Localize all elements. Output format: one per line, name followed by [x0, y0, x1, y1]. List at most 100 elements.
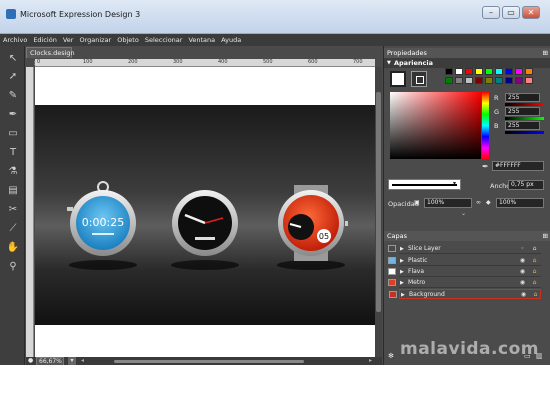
color-swatch[interactable]: [465, 68, 473, 75]
link-icon: ∞: [476, 199, 481, 206]
g-value-field[interactable]: 255: [505, 107, 540, 116]
zoom-icon[interactable]: ⚲: [6, 260, 20, 273]
scroll-right-icon[interactable]: ▸: [369, 357, 372, 364]
stroke-swatch[interactable]: [411, 71, 427, 87]
eye-icon[interactable]: ◉: [519, 257, 526, 264]
menu-organizar[interactable]: Organizar: [76, 34, 114, 46]
color-swatch[interactable]: [495, 68, 503, 75]
menu-archivo[interactable]: Archivo: [0, 34, 30, 46]
menu-objeto[interactable]: Objeto: [114, 34, 142, 46]
gradient-icon[interactable]: ▤: [6, 184, 20, 197]
horizontal-scroll-thumb[interactable]: [114, 360, 304, 363]
document-tab[interactable]: Clocks.design ×: [26, 47, 75, 67]
hue-slider[interactable]: [482, 92, 489, 159]
layer-row-plastic[interactable]: ▶ Plastic ◉ ⌂: [388, 256, 541, 266]
expand-icon[interactable]: ▶: [400, 256, 404, 266]
eye-icon[interactable]: ◦: [519, 245, 526, 252]
color-swatch[interactable]: [515, 77, 523, 84]
menu-ayuda[interactable]: Ayuda: [218, 34, 244, 46]
color-swatch[interactable]: [485, 68, 493, 75]
menu-edicion[interactable]: Edición: [30, 34, 60, 46]
layer-row-background[interactable]: ▶ Background ◉ ⌂: [389, 289, 541, 300]
opacity-field[interactable]: 100%: [424, 198, 472, 208]
r-slider[interactable]: [505, 103, 544, 106]
selection-arrow-icon[interactable]: ↖: [6, 52, 20, 65]
lock-icon[interactable]: ⌂: [531, 245, 538, 252]
expand-icon[interactable]: ▶: [400, 278, 404, 288]
color-swatch[interactable]: [475, 68, 483, 75]
maximize-button[interactable]: ▭: [502, 6, 520, 19]
lock-icon[interactable]: ⌂: [531, 279, 538, 286]
width-field[interactable]: 0,75 px: [508, 180, 544, 190]
ruler-tick: 200: [128, 59, 138, 65]
menu-ventana[interactable]: Ventana: [185, 34, 218, 46]
color-swatch[interactable]: [445, 68, 453, 75]
color-swatch[interactable]: [505, 68, 513, 75]
zoom-dropdown-icon[interactable]: ▾: [68, 357, 76, 365]
color-swatch[interactable]: [465, 77, 473, 84]
eyedropper-icon[interactable]: ⚗: [6, 165, 20, 178]
color-swatch[interactable]: [525, 68, 533, 75]
close-button[interactable]: ✕: [522, 6, 540, 19]
color-picker-field[interactable]: [390, 92, 481, 159]
color-swatch[interactable]: [445, 77, 453, 84]
properties-header: Propiedades ⊞: [384, 48, 550, 58]
color-swatch[interactable]: [475, 77, 483, 84]
brush-icon[interactable]: ✎: [6, 89, 20, 102]
eye-icon[interactable]: ◉: [520, 291, 527, 298]
expand-icon[interactable]: ▶: [400, 244, 404, 254]
stroke-opacity-field[interactable]: 100%: [496, 198, 544, 208]
color-swatch[interactable]: [455, 68, 463, 75]
menu-ver[interactable]: Ver: [60, 34, 77, 46]
expand-icon[interactable]: ▶: [401, 290, 405, 300]
metro-watch: 05: [278, 185, 348, 261]
fill-swatch[interactable]: [390, 71, 406, 87]
eye-icon[interactable]: ◉: [519, 279, 526, 286]
layer-row-flava[interactable]: ▶ Flava ◉ ⌂: [388, 267, 541, 277]
layer-row-metro[interactable]: ▶ Metro ◉ ⌂: [388, 278, 541, 288]
lock-icon[interactable]: ⌂: [531, 257, 538, 264]
layers-pin-icon[interactable]: ⊞: [543, 231, 548, 241]
knife-icon[interactable]: ⟋: [6, 222, 20, 235]
color-swatch[interactable]: [495, 77, 503, 84]
layer-name: Background: [409, 291, 445, 298]
vertical-scroll-thumb[interactable]: [376, 92, 381, 312]
ruler-tick: 600: [308, 59, 318, 65]
watermark: malavida.com: [400, 339, 539, 359]
color-swatch[interactable]: [515, 68, 523, 75]
chevron-down-icon[interactable]: ▾: [453, 180, 456, 187]
eye-icon[interactable]: ◉: [519, 268, 526, 275]
direct-selection-icon[interactable]: ➚: [6, 70, 20, 83]
pin-icon[interactable]: ⊞: [543, 48, 548, 58]
appearance-header[interactable]: ▼ Apariencia: [384, 58, 550, 68]
vertical-scrollbar[interactable]: [375, 67, 382, 357]
lock-icon[interactable]: ⌂: [532, 291, 539, 298]
stroke-style-select[interactable]: [388, 179, 461, 190]
rectangle-icon[interactable]: ▭: [6, 127, 20, 140]
expand-more-icon[interactable]: ⌄: [461, 210, 466, 217]
menu-seleccionar[interactable]: Seleccionar: [142, 34, 186, 46]
color-swatch[interactable]: [525, 77, 533, 84]
hex-field[interactable]: #FFFFFF: [492, 161, 544, 171]
layer-thumbnail: [389, 291, 397, 298]
artboard[interactable]: 0:00:25 05: [35, 67, 375, 357]
eyedropper-icon[interactable]: ✒: [482, 162, 489, 171]
color-swatch[interactable]: [505, 77, 513, 84]
lock-icon[interactable]: ⌂: [531, 268, 538, 275]
scissors-icon[interactable]: ✂: [6, 203, 20, 216]
r-value-field[interactable]: 255: [505, 93, 540, 102]
text-icon[interactable]: T: [6, 146, 20, 159]
hand-icon[interactable]: ✋: [6, 241, 20, 254]
b-slider[interactable]: [505, 131, 544, 134]
b-value-field[interactable]: 255: [505, 121, 540, 130]
collapse-icon: ▼: [387, 60, 391, 66]
layer-options-icon[interactable]: ✻: [388, 352, 394, 360]
color-swatch[interactable]: [455, 77, 463, 84]
expand-icon[interactable]: ▶: [400, 267, 404, 277]
layer-row-slice-layer[interactable]: ▶ Slice Layer ◦ ⌂: [388, 244, 541, 254]
color-swatch[interactable]: [485, 77, 493, 84]
g-slider[interactable]: [505, 117, 544, 120]
scroll-left-icon[interactable]: ◂: [81, 357, 84, 364]
minimize-button[interactable]: –: [482, 6, 500, 19]
pen-icon[interactable]: ✒: [6, 108, 20, 121]
